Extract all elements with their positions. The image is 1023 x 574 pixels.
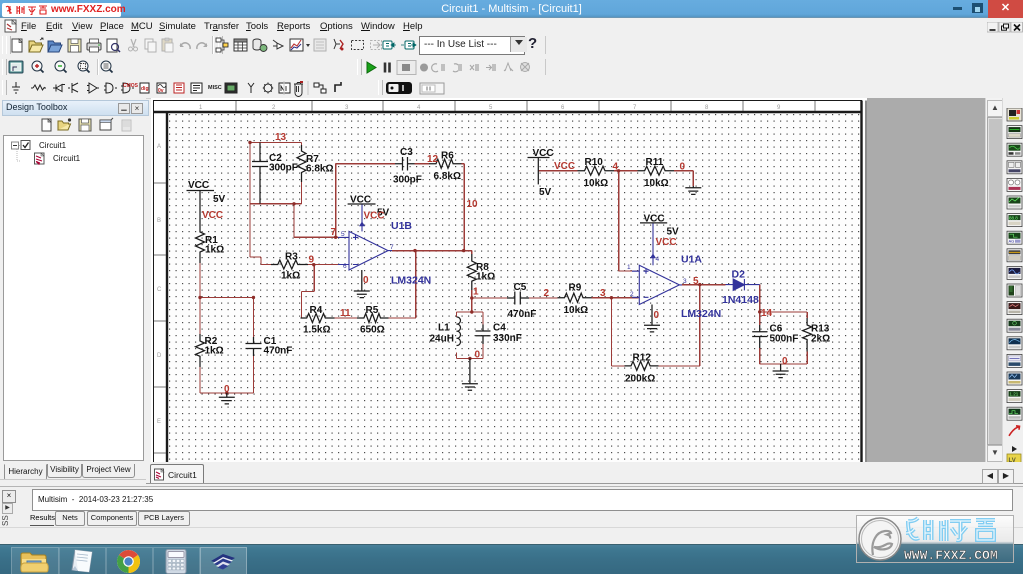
- svg-text:200kΩ: 200kΩ: [625, 374, 655, 385]
- svg-text:LM324N: LM324N: [391, 275, 431, 287]
- svg-text:VCC: VCC: [644, 214, 665, 225]
- svg-text:R12: R12: [633, 353, 652, 364]
- svg-text:C: C: [157, 287, 162, 293]
- svg-text:LM324N: LM324N: [681, 308, 721, 320]
- svg-text:4: 4: [613, 162, 619, 173]
- svg-text:1: 1: [473, 287, 479, 298]
- svg-text:0: 0: [782, 356, 788, 367]
- svg-text:R5: R5: [366, 305, 379, 316]
- svg-text:VCC: VCC: [656, 237, 677, 248]
- svg-text:1.5kΩ: 1.5kΩ: [303, 325, 330, 336]
- svg-text:R3: R3: [285, 252, 298, 263]
- svg-text:5V: 5V: [213, 194, 226, 205]
- svg-text:10: 10: [467, 199, 479, 210]
- svg-text:D2: D2: [732, 269, 746, 281]
- svg-text:500nF: 500nF: [770, 334, 799, 345]
- svg-text:0: 0: [654, 310, 660, 321]
- svg-text:R6: R6: [441, 151, 454, 162]
- svg-text:C4: C4: [493, 323, 506, 334]
- svg-text:3: 3: [683, 278, 687, 285]
- svg-text:R4: R4: [310, 305, 323, 316]
- svg-text:B: B: [157, 218, 161, 224]
- svg-text:4: 4: [656, 256, 660, 263]
- svg-text:7: 7: [390, 244, 394, 251]
- svg-text:12: 12: [427, 154, 439, 165]
- svg-text:R9: R9: [569, 283, 582, 294]
- svg-text:E: E: [157, 419, 161, 425]
- svg-text:1kΩ: 1kΩ: [281, 271, 300, 282]
- svg-text:470nF: 470nF: [264, 346, 293, 357]
- svg-text:AG: AG: [1009, 239, 1015, 244]
- svg-text:D: D: [157, 353, 162, 359]
- svg-text:WWW.FXXZ.COM: WWW.FXXZ.COM: [904, 548, 998, 563]
- svg-text:U1A: U1A: [681, 254, 702, 266]
- svg-text:VCC: VCC: [364, 211, 385, 222]
- svg-text:1N4148: 1N4148: [722, 294, 759, 306]
- svg-text:R10: R10: [585, 157, 604, 168]
- svg-text:88.8: 88.8: [1009, 215, 1018, 220]
- svg-text:24uH: 24uH: [430, 334, 454, 345]
- svg-text:2: 2: [630, 291, 634, 298]
- svg-text:1.21: 1.21: [1010, 392, 1019, 397]
- svg-text:VCC: VCC: [533, 148, 554, 159]
- svg-text:1: 1: [627, 264, 631, 271]
- svg-text:7: 7: [331, 227, 337, 238]
- svg-text:C5: C5: [514, 282, 527, 293]
- svg-text:9: 9: [309, 255, 315, 266]
- svg-text:10kΩ: 10kΩ: [644, 178, 669, 189]
- svg-text:13: 13: [275, 132, 287, 143]
- svg-text:MISC: MISC: [208, 85, 222, 91]
- svg-text:650Ω: 650Ω: [360, 325, 385, 336]
- svg-text:R11: R11: [646, 157, 664, 168]
- svg-text:6: 6: [343, 263, 347, 270]
- svg-text:6.8kΩ: 6.8kΩ: [306, 164, 333, 175]
- svg-text:VCC: VCC: [554, 161, 575, 172]
- svg-text:VCC: VCC: [202, 210, 223, 221]
- svg-text:330nF: 330nF: [493, 333, 522, 344]
- svg-text:dig: dig: [141, 86, 149, 92]
- svg-text:10kΩ: 10kΩ: [584, 178, 609, 189]
- svg-text:C3: C3: [400, 147, 413, 158]
- svg-text:5: 5: [341, 231, 345, 238]
- svg-text:1kΩ: 1kΩ: [476, 272, 495, 283]
- svg-text:L1: L1: [438, 323, 450, 334]
- svg-text:14: 14: [761, 308, 773, 319]
- svg-text:6.8kΩ: 6.8kΩ: [434, 171, 461, 182]
- svg-text:470nF: 470nF: [508, 309, 537, 320]
- svg-text:2: 2: [544, 288, 550, 299]
- svg-text:5V: 5V: [539, 187, 552, 198]
- svg-text:U1B: U1B: [391, 220, 412, 232]
- svg-text:0: 0: [224, 384, 230, 395]
- svg-text:5: 5: [693, 276, 699, 287]
- svg-text:1kΩ: 1kΩ: [205, 245, 224, 256]
- svg-text:300pF: 300pF: [393, 175, 422, 186]
- svg-text:VCC: VCC: [350, 195, 371, 206]
- svg-text:0: 0: [680, 162, 686, 173]
- svg-text:10kΩ: 10kΩ: [564, 305, 589, 316]
- svg-text:CMOS: CMOS: [123, 83, 139, 89]
- svg-text:3: 3: [600, 288, 606, 299]
- svg-text:0v: 0v: [158, 88, 164, 94]
- svg-text:1kΩ: 1kΩ: [205, 346, 224, 357]
- svg-text:300pF: 300pF: [269, 163, 298, 174]
- svg-text:2kΩ: 2kΩ: [811, 334, 830, 345]
- svg-text:A: A: [157, 144, 161, 150]
- svg-text:11: 11: [340, 308, 351, 319]
- svg-text:0: 0: [475, 350, 481, 361]
- svg-text:VCC: VCC: [188, 180, 209, 191]
- svg-text:5V: 5V: [667, 227, 680, 238]
- svg-text:0: 0: [363, 275, 369, 286]
